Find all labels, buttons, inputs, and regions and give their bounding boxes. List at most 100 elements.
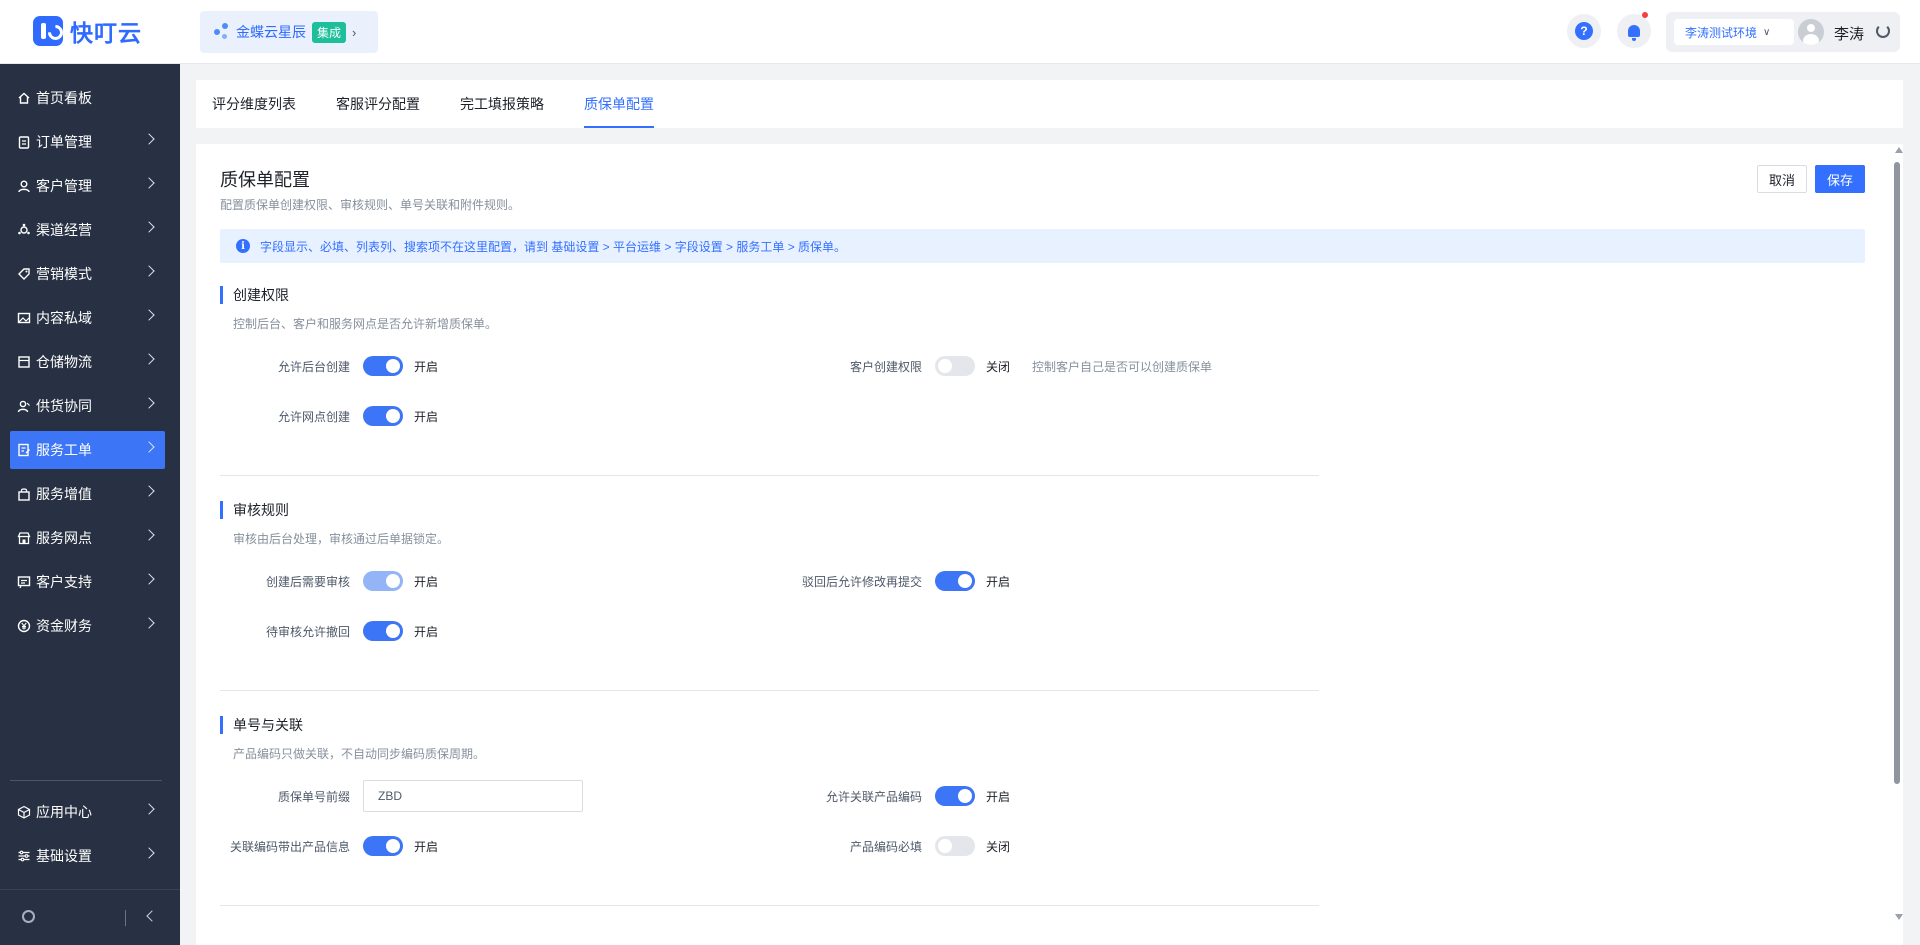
sidebar-item-marketing[interactable]: 营销模式 — [10, 255, 165, 293]
save-button[interactable]: 保存 — [1815, 165, 1865, 193]
image-icon — [17, 311, 31, 325]
sidebar-item-label: 客户管理 — [36, 178, 92, 194]
tab-completion-policy[interactable]: 完工填报策略 — [460, 94, 544, 128]
sidebar-item-app-center[interactable]: 应用中心 — [10, 793, 165, 831]
user-name[interactable]: 李涛 — [1834, 23, 1864, 44]
store-icon — [17, 531, 31, 545]
chevron-right-icon — [143, 529, 155, 541]
allow-withdraw-switch[interactable] — [363, 621, 403, 641]
sidebar-item-label: 资金财务 — [36, 618, 92, 634]
setting-label: 客户创建权限 — [849, 359, 922, 374]
resubmit-after-reject-switch[interactable] — [935, 571, 975, 591]
chevron-right-icon — [143, 221, 155, 233]
sidebar-item-label: 服务工单 — [36, 442, 92, 458]
tab-bar: 评分维度列表 客服评分配置 完工填报策略 质保单配置 — [196, 80, 1903, 128]
section-title-number: 单号与关联 — [220, 716, 303, 734]
switch-state: 开启 — [414, 839, 439, 854]
scrollbar-thumb[interactable] — [1894, 162, 1900, 784]
setting-row: 允许关联产品编码 开启 — [776, 785, 1010, 807]
switch-state: 开启 — [414, 624, 439, 639]
section-divider — [220, 905, 1319, 906]
info-notice: i 字段显示、必填、列表列、搜索项不在这里配置，请到 基础设置 > 平台运维 >… — [220, 229, 1865, 263]
sidebar-item-label: 应用中心 — [36, 804, 92, 820]
sidebar-item-customers[interactable]: 客户管理 — [10, 167, 165, 205]
page-title: 质保单配置 — [220, 170, 310, 190]
chevron-down-icon: ∨ — [1763, 26, 1771, 38]
setting-label: 驳回后允许修改再提交 — [801, 574, 922, 589]
setting-label: 创建后需要审核 — [265, 574, 350, 589]
supply-icon — [17, 399, 31, 413]
user-area: 李涛测试环境 ∨ 李涛 — [1666, 12, 1900, 52]
allow-admin-create-switch[interactable] — [363, 356, 403, 376]
setting-row: 创建后需要审核 开启 — [220, 570, 438, 592]
scroll-up-arrow-icon[interactable] — [1895, 147, 1903, 153]
help-icon: ? — [1575, 22, 1593, 40]
switch-state: 开启 — [986, 574, 1011, 589]
setting-row: 允许网点创建 开启 — [220, 405, 438, 427]
clipboard-icon — [17, 135, 31, 149]
sidebar-item-home[interactable]: 首页看板 — [10, 79, 165, 117]
channel-icon — [17, 223, 31, 237]
tenant-switcher[interactable]: 金蝶云星辰 集成 › — [200, 11, 378, 53]
brand-name: 快叮云 — [70, 20, 142, 46]
auto-fill-product-info-switch[interactable] — [363, 836, 403, 856]
tab-warranty-config[interactable]: 质保单配置 — [584, 94, 654, 128]
setting-row: 允许后台创建 开启 — [220, 355, 438, 377]
environment-label: 李涛测试环境 — [1685, 25, 1758, 40]
sidebar-item-supply[interactable]: 供货协同 — [10, 387, 165, 425]
chevron-right-icon — [143, 441, 155, 453]
tab-service-rating[interactable]: 客服评分配置 — [336, 94, 420, 128]
sidebar-item-warehouse[interactable]: 仓储物流 — [10, 343, 165, 381]
sidebar-item-content[interactable]: 内容私域 — [10, 299, 165, 337]
sidebar-item-label: 供货协同 — [36, 398, 92, 414]
chevron-right-icon: › — [352, 24, 357, 40]
top-header: 快叮云 金蝶云星辰 集成 › ? 李涛测试环境 ∨ 李涛 — [0, 0, 1920, 64]
cancel-button[interactable]: 取消 — [1757, 165, 1807, 193]
sidebar-footer — [0, 889, 180, 945]
sidebar-item-service-tickets[interactable]: 服务工单 — [10, 431, 165, 469]
refresh-icon[interactable] — [1876, 24, 1890, 38]
integration-badge: 集成 — [312, 21, 347, 43]
sidebar-item-value-added[interactable]: 服务增值 — [10, 475, 165, 513]
scroll-down-arrow-icon[interactable] — [1895, 914, 1903, 920]
sidebar-item-label: 营销模式 — [36, 266, 92, 282]
section-title-audit: 审核规则 — [220, 501, 289, 519]
product-code-required-switch[interactable] — [935, 836, 975, 856]
require-audit-switch — [363, 571, 403, 591]
sidebar-item-basic-settings[interactable]: 基础设置 — [10, 837, 165, 875]
warranty-prefix-input[interactable]: ZBD — [363, 780, 583, 812]
cube-icon — [17, 805, 31, 819]
sidebar-item-label: 首页看板 — [36, 90, 92, 106]
sidebar-item-orders[interactable]: 订单管理 — [10, 123, 165, 161]
section-divider — [220, 690, 1319, 691]
section-desc-number: 产品编码只做关联，不自动同步编码质保周期。 — [233, 747, 486, 761]
gear-icon[interactable] — [22, 910, 35, 923]
link-product-code-switch[interactable] — [935, 786, 975, 806]
customer-create-switch[interactable] — [935, 356, 975, 376]
sidebar-item-label: 服务网点 — [36, 530, 92, 546]
chevron-right-icon — [143, 847, 155, 859]
section-divider — [220, 475, 1319, 476]
collapse-sidebar-icon[interactable] — [146, 910, 158, 922]
brand-logo[interactable]: 快叮云 — [33, 16, 142, 46]
help-button[interactable]: ? — [1567, 14, 1601, 48]
sidebar-item-finance[interactable]: 资金财务 — [10, 607, 165, 645]
chevron-right-icon — [143, 573, 155, 585]
chevron-right-icon — [143, 397, 155, 409]
chevron-right-icon — [143, 133, 155, 145]
notification-button[interactable] — [1617, 12, 1651, 48]
switch-state: 开启 — [414, 409, 439, 424]
avatar[interactable] — [1798, 19, 1824, 45]
sidebar-item-support[interactable]: 客户支持 — [10, 563, 165, 601]
sidebar-item-label: 订单管理 — [36, 134, 92, 150]
chevron-right-icon — [143, 309, 155, 321]
setting-label: 质保单号前缀 — [277, 789, 350, 804]
sidebar-item-service-points[interactable]: 服务网点 — [10, 519, 165, 557]
sidebar-item-label: 客户支持 — [36, 574, 92, 590]
allow-branch-create-switch[interactable] — [363, 406, 403, 426]
tab-rating-dimensions[interactable]: 评分维度列表 — [212, 94, 296, 128]
bag-icon — [17, 487, 31, 501]
sidebar-divider — [10, 780, 162, 781]
environment-select[interactable]: 李涛测试环境 ∨ — [1674, 19, 1794, 45]
sidebar-item-channels[interactable]: 渠道经营 — [10, 211, 165, 249]
